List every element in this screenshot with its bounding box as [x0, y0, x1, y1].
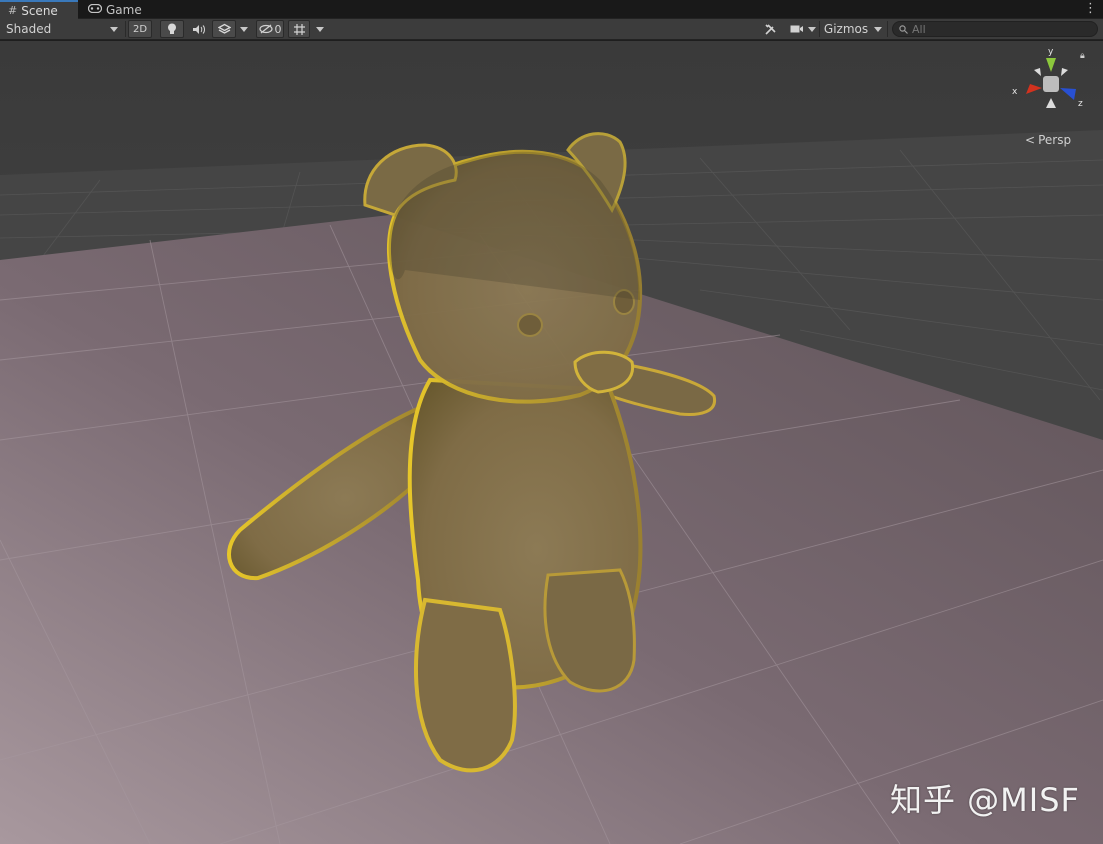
lighting-toggle-button[interactable] — [160, 20, 184, 38]
tab-scene-label: Scene — [21, 3, 58, 18]
axis-y-label: y — [1048, 47, 1054, 57]
toolbar-divider — [819, 21, 820, 37]
more-options-icon[interactable]: ⋮ — [1084, 1, 1097, 17]
effects-toggle-button[interactable] — [212, 20, 236, 38]
effects-dropdown[interactable] — [237, 20, 251, 38]
grid-snap-icon — [293, 23, 305, 35]
chevron-left-icon: < — [1025, 133, 1036, 147]
lightbulb-icon — [168, 23, 176, 34]
gamepad-icon — [87, 3, 103, 16]
grid-toggle-button[interactable] — [288, 20, 310, 38]
toggle-2d-button[interactable]: 2D — [128, 20, 152, 38]
scene-search[interactable] — [892, 21, 1098, 37]
toolbar-divider — [887, 21, 888, 37]
speaker-icon — [192, 24, 205, 34]
tools-icon — [764, 23, 776, 35]
layers-icon — [217, 23, 231, 34]
axis-x-label: x — [1012, 87, 1018, 97]
scene-visibility-button[interactable]: 0 — [256, 20, 284, 38]
audio-toggle-button[interactable] — [187, 20, 209, 38]
gizmos-label: Gizmos — [823, 22, 869, 36]
lock-icon[interactable]: 🔒︎ — [1080, 51, 1085, 61]
hidden-count: 0 — [274, 22, 282, 36]
camera-settings-button[interactable] — [786, 20, 808, 38]
grid-icon: # — [8, 4, 18, 17]
hidden-eye-icon — [258, 24, 273, 34]
grid-dropdown[interactable] — [313, 20, 327, 38]
camera-dropdown[interactable] — [806, 20, 818, 38]
chevron-down-icon — [240, 26, 248, 32]
draw-mode-label: Shaded — [6, 22, 52, 36]
scene-viewport[interactable]: y x z 🔒︎ < Persp 知乎 @MISF — [0, 41, 1103, 844]
window-tab-bar: # Scene Game ⋮ — [0, 0, 1103, 19]
tab-game-label: Game — [106, 2, 142, 17]
projection-toggle[interactable]: < Persp — [1025, 133, 1071, 147]
scene-toolbar: Shaded 2D 0 Gizmos — [0, 19, 1103, 40]
scene-render — [0, 41, 1103, 844]
search-input[interactable] — [912, 22, 1092, 36]
gizmos-dropdown[interactable] — [872, 20, 884, 38]
projection-label: Persp — [1038, 133, 1072, 147]
toolbar-divider — [125, 21, 126, 37]
tools-button[interactable] — [759, 20, 781, 38]
toggle-2d-label: 2D — [132, 23, 148, 35]
chevron-down-icon — [808, 26, 816, 32]
chevron-down-icon — [110, 26, 118, 32]
chevron-down-icon — [316, 26, 324, 32]
search-icon — [899, 24, 908, 34]
tab-game[interactable]: Game — [80, 0, 150, 19]
watermark: 知乎 @MISF — [890, 781, 1080, 819]
draw-mode-dropdown[interactable]: Shaded — [0, 20, 124, 38]
orientation-gizmo[interactable]: y x z — [1008, 44, 1088, 116]
tab-scene[interactable]: # Scene — [0, 0, 78, 19]
axis-z-label: z — [1078, 99, 1083, 109]
gizmos-button[interactable]: Gizmos — [821, 20, 871, 38]
camera-icon — [790, 25, 803, 33]
chevron-down-icon — [874, 26, 882, 32]
